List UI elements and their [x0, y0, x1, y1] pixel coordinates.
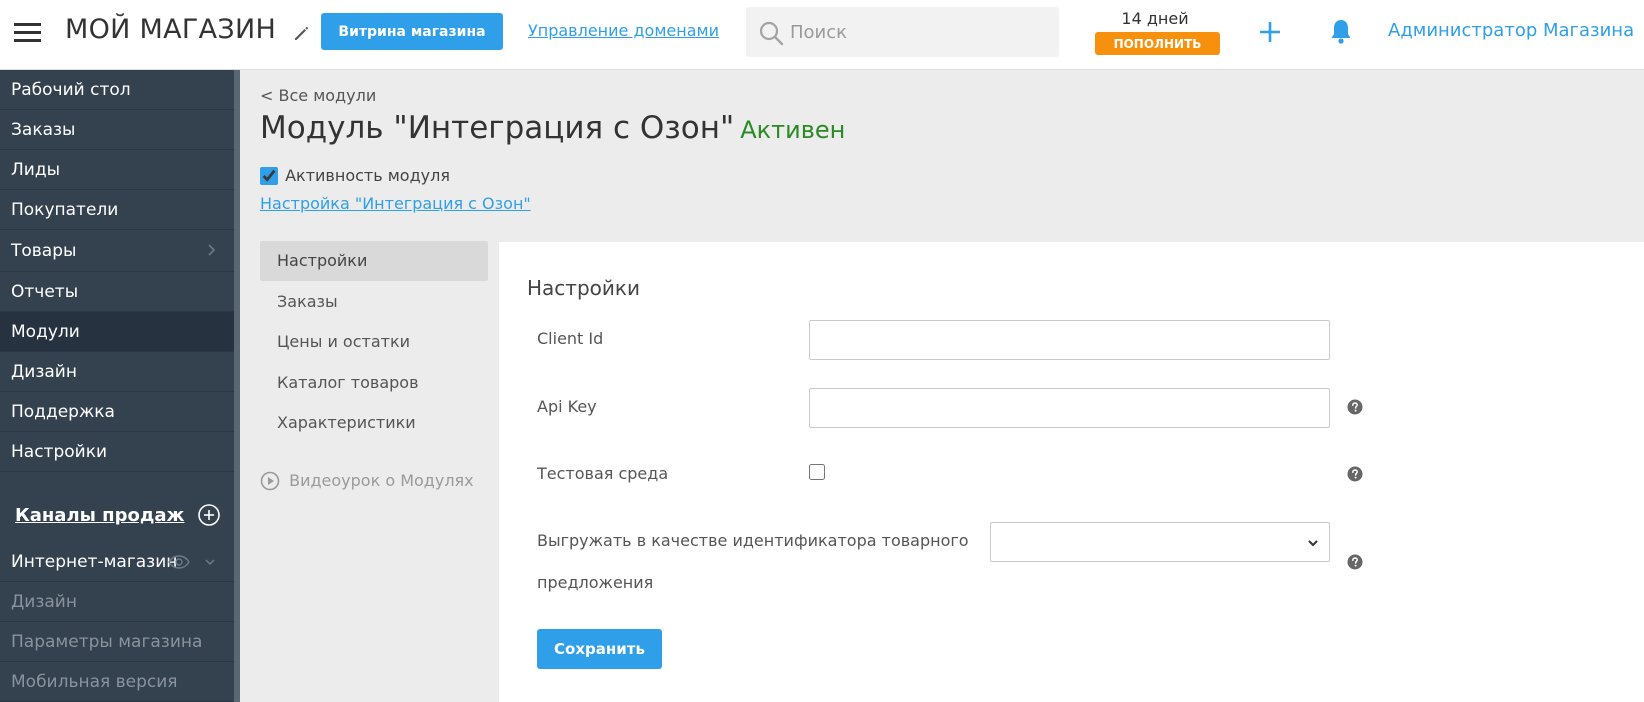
subnav-tab-catalog[interactable]: Каталог товаров: [260, 363, 488, 403]
help-icon[interactable]: [1347, 554, 1363, 570]
sidebar-item-label: Модули: [11, 322, 80, 342]
store-title[interactable]: МОЙ МАГАЗИН: [65, 14, 276, 45]
settings-panel: Настройки Client Id Api Key Тестовая сре…: [499, 242, 1644, 702]
trial-days-label: 14 дней: [1121, 9, 1189, 28]
plus-icon[interactable]: [1258, 20, 1282, 44]
module-activity-label: Активность модуля: [285, 166, 450, 185]
help-icon[interactable]: [1347, 399, 1363, 415]
pencil-icon[interactable]: [292, 23, 312, 43]
topup-button[interactable]: ПОПОЛНИТЬ: [1095, 32, 1220, 55]
client-id-input[interactable]: [809, 320, 1330, 360]
admin-user-menu[interactable]: Администратор Магазина: [1388, 20, 1644, 41]
chevron-right-icon: [208, 244, 216, 256]
search-box[interactable]: [746, 7, 1059, 57]
api-key-input[interactable]: [809, 388, 1330, 428]
sidebar-subitem-mobile-version[interactable]: Мобильная версия: [0, 662, 234, 702]
sidebar-item-dashboard[interactable]: Рабочий стол: [0, 70, 234, 110]
sidebar-item-customers[interactable]: Покупатели: [0, 190, 234, 230]
storefront-button[interactable]: Витрина магазина: [321, 13, 503, 50]
sidebar-item-label: Заказы: [11, 120, 76, 140]
subnav-tab-settings[interactable]: Настройки: [260, 241, 488, 281]
sidebar-item-label: Поддержка: [11, 402, 115, 422]
sidebar-item-label: Настройки: [11, 442, 108, 462]
video-lesson-label: Видеоурок о Модулях: [289, 471, 474, 490]
sidebar-scrollbar[interactable]: [234, 70, 240, 702]
sidebar-item-label: Дизайн: [11, 592, 77, 612]
sidebar-item-label: Отчеты: [11, 282, 79, 302]
sidebar-item-label: Мобильная версия: [11, 672, 178, 692]
chevron-down-icon[interactable]: [205, 557, 215, 567]
module-activity-checkbox[interactable]: [260, 166, 278, 185]
admin-user-name: Администратор Магазина: [1388, 20, 1635, 41]
subnav-tab-prices-stock[interactable]: Цены и остатки: [260, 322, 488, 362]
sidebar-item-label: Параметры магазина: [11, 632, 203, 652]
sidebar-item-label: Покупатели: [11, 200, 119, 220]
sidebar-item-modules[interactable]: Модули: [0, 312, 234, 352]
save-button[interactable]: Сохранить: [537, 629, 662, 669]
subnav-tab-orders[interactable]: Заказы: [260, 282, 488, 322]
search-icon: [759, 21, 784, 46]
back-to-modules-link[interactable]: < Все модули: [260, 86, 376, 105]
offer-id-select[interactable]: [990, 522, 1330, 562]
sidebar-item-support[interactable]: Поддержка: [0, 392, 234, 432]
offer-id-label-line2: предложения: [537, 573, 654, 592]
sidebar: Рабочий стол Заказы Лиды Покупатели Това…: [0, 70, 234, 702]
sidebar-subitem-store-params[interactable]: Параметры магазина: [0, 622, 234, 662]
test-env-checkbox[interactable]: [809, 464, 825, 480]
video-lesson-link[interactable]: Видеоурок о Модулях: [260, 470, 474, 492]
sidebar-item-reports[interactable]: Отчеты: [0, 272, 234, 312]
panel-title: Настройки: [527, 276, 640, 300]
chevron-down-icon: [1308, 540, 1318, 547]
sales-channels-title[interactable]: Каналы продаж: [15, 505, 184, 526]
sidebar-item-leads[interactable]: Лиды: [0, 150, 234, 190]
eye-icon[interactable]: [168, 555, 190, 569]
search-input[interactable]: [790, 7, 1050, 57]
sidebar-item-products[interactable]: Товары: [0, 230, 234, 272]
page-title-text: Модуль "Интеграция с Озон": [260, 110, 735, 146]
sidebar-item-label: Рабочий стол: [11, 80, 131, 100]
integration-settings-link[interactable]: Настройка "Интеграция с Озон": [260, 194, 531, 213]
sidebar-subitem-design[interactable]: Дизайн: [0, 582, 234, 622]
sidebar-item-settings[interactable]: Настройки: [0, 432, 234, 472]
test-env-label: Тестовая среда: [537, 464, 669, 483]
top-bar: МОЙ МАГАЗИН Витрина магазина Управление …: [0, 0, 1644, 70]
sidebar-item-online-store[interactable]: Интернет-магазин: [0, 542, 234, 582]
sidebar-item-label: Интернет-магазин: [11, 552, 178, 572]
sidebar-item-orders[interactable]: Заказы: [0, 110, 234, 150]
add-circle-icon[interactable]: [197, 503, 221, 527]
status-badge: Активен: [740, 116, 846, 144]
sidebar-item-label: Товары: [11, 241, 77, 261]
sidebar-item-label: Лиды: [11, 160, 61, 180]
module-activity-toggle[interactable]: Активность модуля: [260, 165, 450, 187]
manage-domains-link[interactable]: Управление доменами: [528, 21, 719, 40]
help-icon[interactable]: [1347, 466, 1363, 482]
api-key-label: Api Key: [537, 397, 597, 416]
bell-icon[interactable]: [1329, 18, 1353, 45]
menu-icon[interactable]: [14, 21, 41, 43]
client-id-label: Client Id: [537, 329, 604, 348]
subnav-tab-characteristics[interactable]: Характеристики: [260, 403, 488, 443]
offer-id-label-line1: Выгружать в качестве идентификатора това…: [537, 531, 969, 550]
sidebar-item-design[interactable]: Дизайн: [0, 352, 234, 392]
sidebar-item-label: Дизайн: [11, 362, 77, 382]
page-title: Модуль "Интеграция с Озон" Активен: [260, 110, 845, 146]
play-circle-icon: [260, 471, 280, 490]
